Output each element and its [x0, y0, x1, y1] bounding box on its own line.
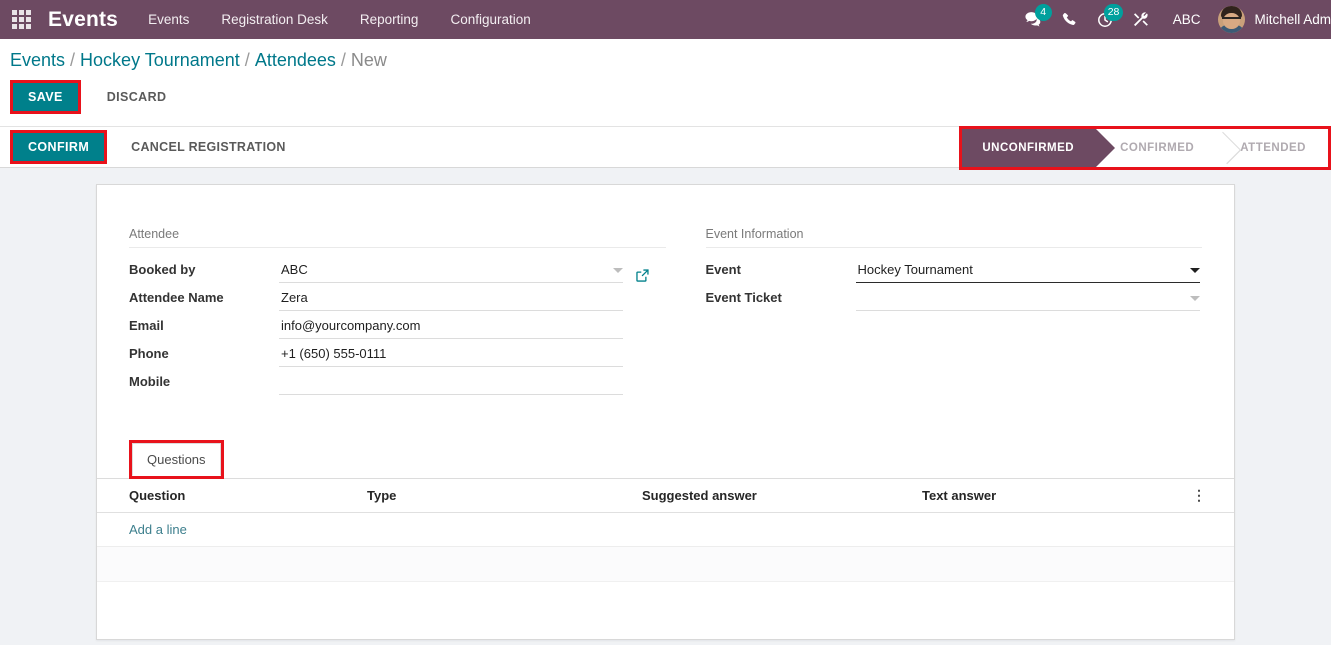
chevron-down-icon[interactable] [613, 267, 623, 273]
field-input-event[interactable]: Hockey Tournament [855, 258, 1200, 283]
field-phone: Phone +1 (650) 555-0111 [129, 339, 666, 367]
field-value-attendee-name: Zera [281, 290, 308, 305]
menu-item-reporting[interactable]: Reporting [344, 3, 435, 36]
field-email: Email info@yourcompany.com [129, 311, 666, 339]
breadcrumb-separator: / [340, 50, 346, 70]
control-panel: Events / Hockey Tournament / Attendees /… [0, 39, 1331, 126]
field-mobile: Mobile [129, 367, 666, 395]
table-filler-band [97, 547, 1234, 582]
phone-menu[interactable] [1052, 0, 1087, 39]
navbar-right-tools: 4 28 ABC Mitchell Adm [1015, 0, 1331, 39]
cancel-registration-button[interactable]: CANCEL REGISTRATION [119, 133, 298, 161]
field-input-phone[interactable]: +1 (650) 555-0111 [279, 342, 623, 367]
field-event-ticket: Event Ticket [706, 283, 1203, 311]
save-button[interactable]: SAVE [13, 83, 78, 111]
messages-menu[interactable]: 4 [1015, 0, 1052, 39]
phone-icon [1062, 12, 1076, 25]
field-input-email[interactable]: info@yourcompany.com [279, 314, 623, 339]
field-event: Event Hockey Tournament [706, 255, 1203, 283]
field-label-email: Email [129, 318, 164, 333]
user-menu[interactable]: Mitchell Adm [1214, 6, 1331, 33]
user-avatar [1218, 6, 1246, 33]
confirm-button[interactable]: CONFIRM [13, 133, 105, 161]
breadcrumb: Events / Hockey Tournament / Attendees /… [0, 39, 1331, 71]
add-line-cell[interactable]: Add a line [97, 512, 1234, 547]
save-button-highlight: SAVE [10, 80, 81, 114]
field-value-email: info@yourcompany.com [281, 318, 421, 333]
column-header-text-answer[interactable]: Text answer [922, 479, 1192, 513]
breadcrumb-separator: / [70, 50, 76, 70]
menu-item-configuration[interactable]: Configuration [434, 3, 546, 36]
breadcrumb-item-attendees[interactable]: Attendees [255, 50, 336, 71]
questions-table: Question Type Suggested answer Text answ… [97, 479, 1234, 547]
chevron-down-icon[interactable] [1189, 295, 1200, 301]
column-header-suggested-answer[interactable]: Suggested answer [642, 479, 922, 513]
field-label-phone: Phone [129, 346, 169, 361]
column-header-question[interactable]: Question [97, 479, 367, 513]
app-brand-title[interactable]: Events [48, 8, 118, 32]
field-value-event-ticket [858, 290, 1184, 306]
company-switcher[interactable]: ABC [1159, 12, 1215, 27]
top-navbar: Events Events Registration Desk Reportin… [0, 0, 1331, 39]
questions-table-head: Question Type Suggested answer Text answ… [97, 479, 1234, 513]
field-label-attendee-name: Attendee Name [129, 290, 224, 305]
column-header-type[interactable]: Type [367, 479, 642, 513]
statusbar-row: CONFIRM CANCEL REGISTRATION UNCONFIRMED … [0, 126, 1331, 170]
field-label-event-ticket: Event Ticket [705, 290, 782, 305]
breadcrumb-item-hockey-tournament[interactable]: Hockey Tournament [80, 50, 240, 71]
field-input-booked-by[interactable]: ABC [279, 258, 623, 283]
field-label-mobile: Mobile [129, 374, 171, 389]
event-information-group: Event Information Event Hockey Tournamen… [666, 227, 1203, 395]
questions-tab-highlight: Questions [129, 440, 224, 479]
event-group-title: Event Information [705, 227, 1202, 248]
content-area: Attendee Booked by ABC Attendee Name Zer… [0, 168, 1331, 640]
tools-icon [1133, 11, 1148, 26]
attendee-group-title: Attendee [129, 227, 666, 248]
internal-link-icon[interactable] [635, 268, 650, 283]
activities-count-badge: 28 [1103, 4, 1124, 21]
field-booked-by: Booked by ABC [129, 255, 666, 283]
record-actions: SAVE DISCARD [0, 71, 1331, 126]
breadcrumb-separator: / [244, 50, 250, 70]
form-sheet: Attendee Booked by ABC Attendee Name Zer… [96, 184, 1235, 640]
questions-table-body: Add a line [97, 512, 1234, 547]
notebook: Questions Question Type Suggested answer… [97, 439, 1234, 582]
confirm-button-highlight: CONFIRM [10, 130, 108, 164]
breadcrumb-item-new: New [350, 50, 387, 70]
field-input-mobile[interactable] [279, 370, 623, 395]
field-label-event: Event [705, 262, 741, 277]
vertical-dots-icon[interactable]: ⋮ [1192, 488, 1206, 502]
table-header-row: Question Type Suggested answer Text answ… [97, 479, 1234, 513]
discard-button[interactable]: DISCARD [93, 83, 181, 111]
menu-item-registration-desk[interactable]: Registration Desk [205, 3, 344, 36]
field-input-event-ticket[interactable] [855, 286, 1200, 311]
activities-menu[interactable]: 28 [1087, 0, 1124, 39]
field-input-attendee-name[interactable]: Zera [279, 286, 623, 311]
field-attendee-name: Attendee Name Zera [129, 283, 666, 311]
field-label-booked-by: Booked by [129, 262, 196, 277]
attendee-group: Attendee Booked by ABC Attendee Name Zer… [129, 227, 666, 395]
column-options-toggle[interactable]: ⋮ [1192, 479, 1234, 513]
apps-grid-icon[interactable] [6, 5, 36, 35]
status-stage-unconfirmed[interactable]: UNCONFIRMED [962, 129, 1115, 167]
field-value-event: Hockey Tournament [857, 262, 973, 277]
tab-questions[interactable]: Questions [132, 443, 221, 476]
notebook-tabs: Questions [97, 439, 1234, 479]
menu-item-events[interactable]: Events [132, 3, 205, 36]
add-line-row[interactable]: Add a line [97, 512, 1234, 547]
main-menu: Events Registration Desk Reporting Confi… [132, 3, 547, 36]
status-stage-attended[interactable]: ATTENDED [1216, 129, 1328, 167]
chevron-down-icon[interactable] [1189, 267, 1200, 273]
user-name-label: Mitchell Adm [1254, 12, 1331, 27]
breadcrumb-item-events[interactable]: Events [10, 50, 65, 71]
developer-tools-menu[interactable] [1123, 0, 1159, 39]
add-a-line-link[interactable]: Add a line [129, 522, 187, 537]
status-stages-highlight: UNCONFIRMED CONFIRMED ATTENDED [959, 126, 1331, 170]
form-groups: Attendee Booked by ABC Attendee Name Zer… [129, 227, 1202, 395]
field-value-mobile [281, 374, 623, 390]
field-value-booked-by: ABC [281, 262, 308, 277]
messages-count-badge: 4 [1034, 4, 1052, 21]
field-value-phone: +1 (650) 555-0111 [281, 346, 387, 361]
